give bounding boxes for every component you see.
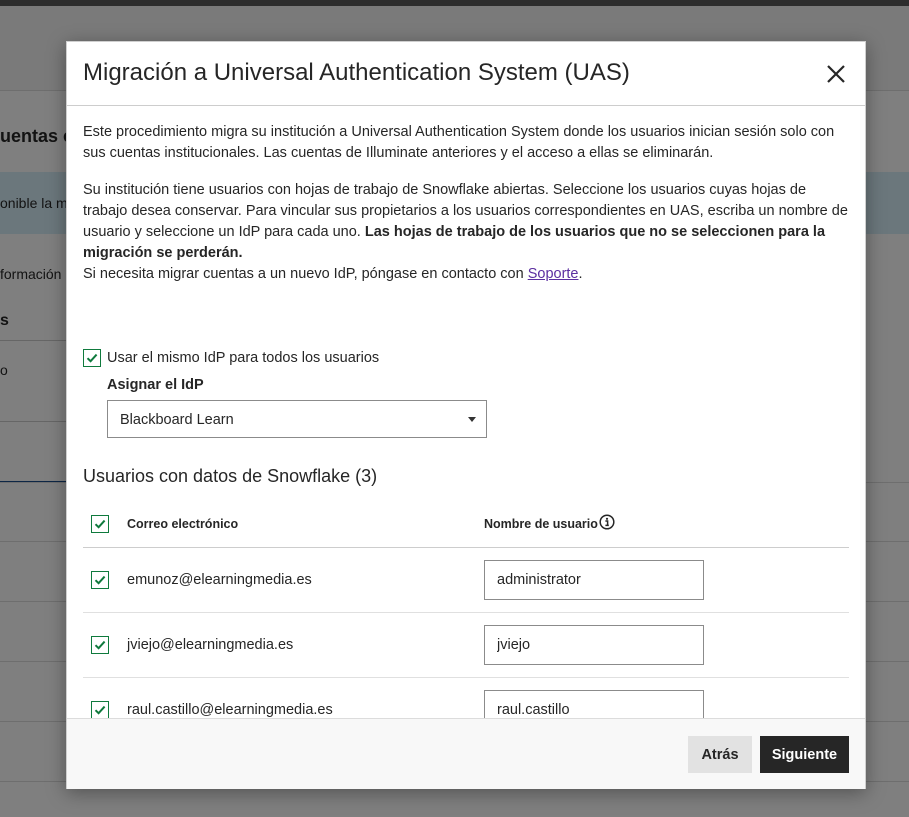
column-header-email: Correo electrónico bbox=[127, 517, 239, 531]
dialog-title: Migración a Universal Authentication Sys… bbox=[83, 59, 630, 86]
explanation-paragraph: Su institución tiene usuarios con hojas … bbox=[83, 180, 849, 285]
same-idp-label: Usar el mismo IdP para todos los usuario… bbox=[107, 350, 380, 366]
check-icon bbox=[94, 640, 106, 650]
select-all-checkbox[interactable] bbox=[91, 515, 109, 533]
row-checkbox[interactable] bbox=[91, 701, 109, 719]
dialog-header: Migración a Universal Authentication Sys… bbox=[67, 42, 865, 106]
check-icon bbox=[86, 353, 98, 363]
same-idp-checkbox[interactable] bbox=[83, 349, 101, 367]
next-button[interactable]: Siguiente bbox=[760, 736, 849, 773]
table-row: jviejo@elearningmedia.es bbox=[83, 613, 849, 678]
check-icon bbox=[94, 705, 106, 715]
close-icon bbox=[827, 65, 845, 83]
column-header-username: Nombre de usuario bbox=[484, 517, 598, 531]
check-icon bbox=[94, 519, 106, 529]
contact-suffix: . bbox=[578, 266, 583, 282]
info-icon[interactable] bbox=[599, 514, 615, 530]
support-link[interactable]: Soporte bbox=[528, 266, 579, 282]
users-section-title: Usuarios con datos de Snowflake (3) bbox=[83, 466, 378, 486]
idp-select-value: Blackboard Learn bbox=[120, 412, 234, 428]
row-email: emunoz@elearningmedia.es bbox=[127, 572, 312, 588]
idp-select[interactable]: Blackboard Learn bbox=[107, 400, 487, 438]
back-button[interactable]: Atrás bbox=[688, 736, 752, 773]
assign-idp-label: Asignar el IdP bbox=[107, 377, 204, 393]
table-row: emunoz@elearningmedia.es bbox=[83, 548, 849, 613]
intro-paragraph: Este procedimiento migra su institución … bbox=[83, 124, 835, 161]
row-checkbox[interactable] bbox=[91, 636, 109, 654]
contact-prefix: Si necesita migrar cuentas a un nuevo Id… bbox=[83, 266, 528, 282]
username-input[interactable] bbox=[484, 560, 704, 600]
caret-down-icon bbox=[468, 417, 476, 422]
row-checkbox[interactable] bbox=[91, 571, 109, 589]
table-header: Correo electrónico Nombre de usuario bbox=[83, 502, 849, 548]
check-icon bbox=[94, 575, 106, 585]
row-email: jviejo@elearningmedia.es bbox=[127, 637, 294, 653]
dialog-body: Este procedimiento migra su institución … bbox=[83, 106, 849, 743]
migration-dialog: Migración a Universal Authentication Sys… bbox=[66, 41, 866, 789]
username-input[interactable] bbox=[484, 625, 704, 665]
close-button[interactable] bbox=[823, 61, 849, 87]
dialog-footer: Atrás Siguiente bbox=[67, 718, 865, 789]
